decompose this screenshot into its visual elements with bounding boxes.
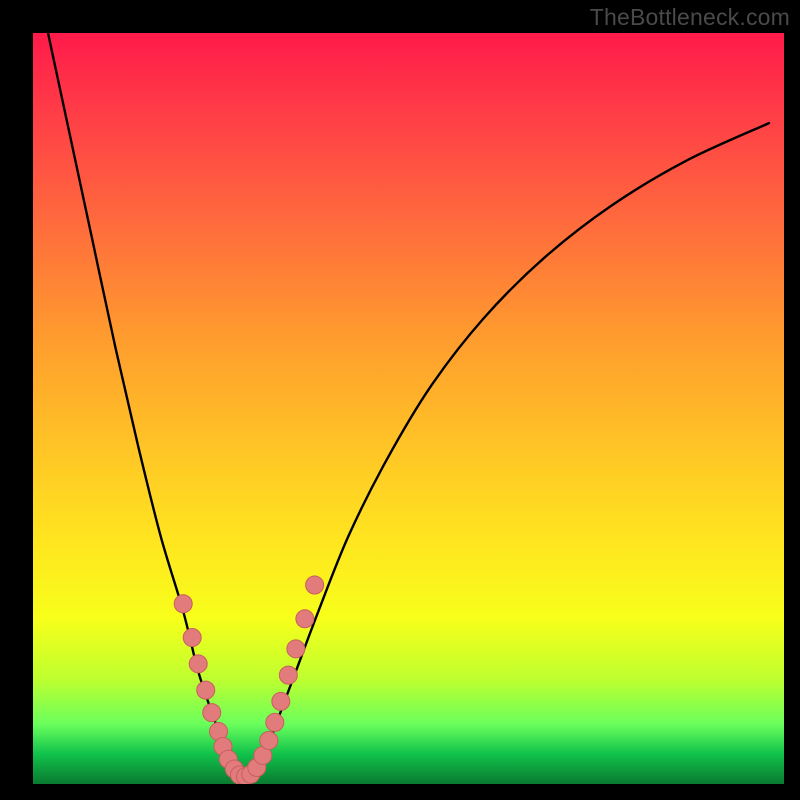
marker-group [174, 576, 323, 784]
marker-dot [260, 731, 278, 749]
marker-dot [272, 692, 290, 710]
marker-dot [183, 629, 201, 647]
marker-dot [287, 640, 305, 658]
bottleneck-curve-path [48, 33, 769, 776]
attribution-label: TheBottleneck.com [590, 4, 790, 31]
marker-dot [266, 713, 284, 731]
chart-stage: TheBottleneck.com [0, 0, 800, 800]
plot-area [33, 33, 784, 784]
marker-dot [174, 595, 192, 613]
marker-dot [189, 655, 207, 673]
marker-dot [279, 666, 297, 684]
marker-dot [306, 576, 324, 594]
marker-dot [203, 704, 221, 722]
marker-dot [197, 681, 215, 699]
curve-svg [33, 33, 784, 784]
marker-dot [296, 610, 314, 628]
